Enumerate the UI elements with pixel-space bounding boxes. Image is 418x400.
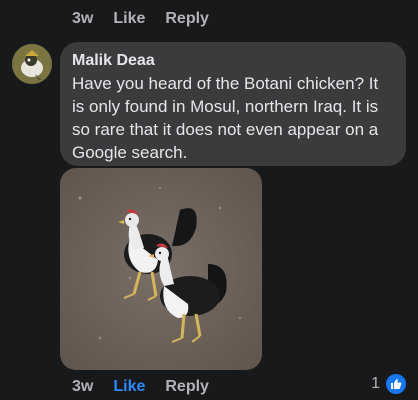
reply-button[interactable]: Reply [165, 378, 209, 396]
reaction-count: 1 [371, 375, 380, 392]
previous-comment-time[interactable]: 3w [72, 10, 93, 28]
comment-photo[interactable] [60, 168, 262, 370]
comment-time[interactable]: 3w [72, 378, 93, 396]
thumbs-up-icon [386, 374, 406, 394]
previous-like-button[interactable]: Like [113, 10, 145, 28]
reaction-summary[interactable]: 1 [371, 374, 406, 394]
avatar[interactable] [12, 44, 52, 84]
comment-text: Have you heard of the Botani chicken? It… [72, 74, 379, 162]
previous-comment-actions: 3w Like Reply [72, 10, 209, 28]
comment-author[interactable]: Malik Deaa [72, 50, 394, 72]
comment-bubble: Malik Deaa Have you heard of the Botani … [60, 42, 406, 166]
like-button[interactable]: Like [113, 378, 145, 396]
previous-reply-button[interactable]: Reply [165, 10, 209, 28]
comment-thread: 3w Like Reply Malik Deaa Have you heard … [0, 0, 418, 400]
comment-actions: 3w Like Reply [72, 378, 209, 396]
